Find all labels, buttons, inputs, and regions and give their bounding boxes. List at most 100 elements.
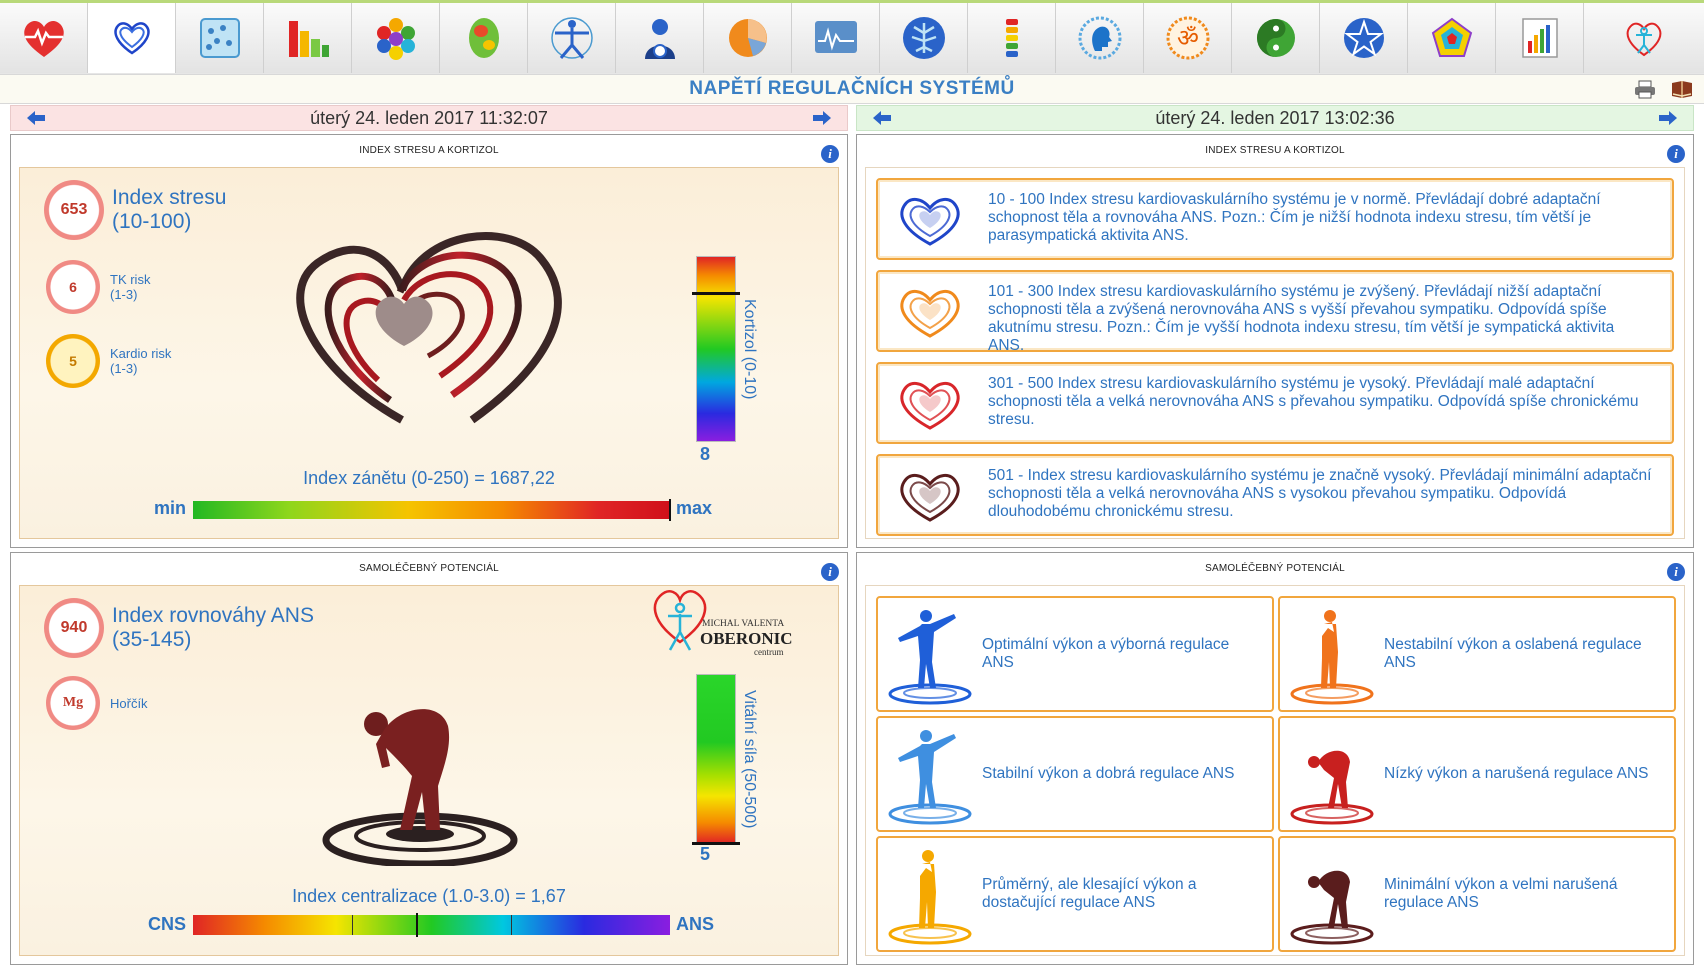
spine-icon (1005, 19, 1018, 57)
info-icon[interactable]: i (821, 145, 839, 163)
scale-min-label: min (154, 498, 187, 518)
ecg-monitor-icon (814, 21, 857, 53)
bar-chart-icon (288, 21, 329, 57)
page-title-bar: NAPĚTÍ REGULAČNÍCH SYSTÉMŮ (0, 74, 1704, 104)
stress-index-badge: 653 (44, 180, 104, 240)
kardio-risk-badge: 5 (46, 334, 100, 388)
potential-legend-card: Optimální výkon a výborná regulace ANS (876, 596, 1274, 712)
person-figure-icon (888, 610, 972, 705)
next-arrow-icon[interactable] (813, 111, 831, 125)
stress-legend-card: 501 - Index stresu kardiovaskulárního sy… (876, 454, 1674, 536)
vital-force-value: 5 (700, 844, 711, 864)
oberonic-logo: MICHAL VALENTA OBERONIC centrum (653, 590, 793, 657)
page-title: NAPĚTÍ REGULAČNÍCH SYSTÉMŮ (689, 78, 1015, 99)
centralization-tick-right (511, 915, 512, 935)
centralization-scale (193, 915, 670, 935)
tool-cells[interactable] (176, 3, 264, 73)
module-toolbar: ॐ (0, 0, 1704, 74)
yin-yang-icon (1256, 19, 1295, 57)
lungs-tree-icon (902, 17, 945, 59)
head-profile-icon (1078, 16, 1121, 60)
tool-person[interactable] (616, 3, 704, 73)
heart-waves-icon (900, 198, 960, 246)
tool-heart-waves[interactable] (88, 3, 176, 73)
next-arrow-icon[interactable] (1659, 111, 1677, 125)
logo-small-icon (1626, 22, 1662, 57)
report-chart-icon (1521, 18, 1558, 58)
panel-header: SAMOLÉČEBNÝ POTENCIÁL (1205, 563, 1345, 574)
ans-index-label: Index rovnováhy ANS (35-145) (112, 604, 314, 651)
stress-legend-card: 101 - 300 Index stresu kardiovaskulárníh… (876, 270, 1674, 354)
inflammation-marker (669, 499, 671, 521)
info-icon[interactable]: i (1667, 145, 1685, 163)
potential-legend-card: Minimální výkon a velmi narušená regulac… (1278, 836, 1676, 952)
inflammation-index-label: Index zánětu (0-250) = 1687,22 (303, 468, 555, 488)
tool-vitruvian[interactable] (528, 3, 616, 73)
svg-text:ॐ: ॐ (1177, 24, 1199, 52)
potential-legend-text: Průměrný, ale klesající výkon a dostačuj… (982, 876, 1197, 911)
tk-risk-label: TK risk (1-3) (110, 272, 151, 302)
stress-legend-text: 10 - 100 Index stresu kardiovaskulárního… (988, 191, 1601, 244)
heart-waves-icon (900, 474, 960, 522)
date-bar-left: úterý 24. leden 2017 11:32:07 (10, 105, 848, 131)
panel-header: INDEX STRESU A KORTIZOL (1205, 145, 1345, 156)
stress-legend-text: 301 - 500 Index stresu kardiovaskulárníh… (988, 375, 1639, 428)
person-figure-icon (888, 730, 972, 825)
tool-bar-chart[interactable] (264, 3, 352, 73)
tool-head-profile[interactable] (1056, 3, 1144, 73)
tool-pentagram[interactable] (1320, 3, 1408, 73)
info-icon[interactable]: i (821, 563, 839, 581)
tool-ecg-monitor[interactable] (792, 3, 880, 73)
magnesium-badge: Mg (46, 676, 100, 730)
bent-person-image (322, 709, 518, 866)
kortizol-scale (696, 256, 736, 442)
vitruvian-man-icon (550, 17, 593, 59)
potential-legend-card: Nízký výkon a narušená regulace ANS (1278, 716, 1676, 832)
stress-index-value: 653 (60, 201, 88, 218)
hexagon-cluster-icon (376, 18, 415, 60)
tool-spine[interactable] (968, 3, 1056, 73)
person-figure-icon (888, 850, 972, 945)
vital-force-scale (696, 674, 736, 844)
stress-legend-text: 501 - Index stresu kardiovaskulárního sy… (988, 467, 1652, 520)
magnesium-value: Mg (62, 695, 84, 710)
centralization-index-label: Index centralizace (1.0-3.0) = 1,67 (292, 886, 566, 906)
potential-legend-panel: SAMOLÉČEBNÝ POTENCIÁL i Optimální výkon … (856, 552, 1694, 965)
centralization-tick-left (352, 915, 353, 935)
svg-text:OBERONIC: OBERONIC (700, 629, 793, 648)
tool-pie-chart[interactable] (704, 3, 792, 73)
tool-brain-scan[interactable] (440, 3, 528, 73)
heart-waves-icon (113, 22, 150, 55)
panel-header: INDEX STRESU A KORTIZOL (359, 145, 499, 156)
heart-waves-icon (900, 382, 960, 430)
person-figure-icon (1290, 750, 1374, 825)
tool-om[interactable]: ॐ (1144, 3, 1232, 73)
tool-radar-chart[interactable] (1408, 3, 1496, 73)
scale-cns-label: CNS (148, 914, 187, 934)
tool-hexagons[interactable] (352, 3, 440, 73)
potential-legend-content: Optimální výkon a výborná regulace ANS Ne… (865, 585, 1685, 956)
tool-logo[interactable] (1584, 3, 1704, 73)
prev-arrow-icon[interactable] (27, 111, 45, 125)
tool-yin-yang[interactable] (1232, 3, 1320, 73)
stress-legend-card: 10 - 100 Index stresu kardiovaskulárního… (876, 178, 1674, 260)
heart-waves-icon (900, 290, 960, 338)
svg-text:centrum: centrum (754, 647, 784, 657)
prev-arrow-icon[interactable] (873, 111, 891, 125)
printer-icon[interactable] (1634, 79, 1656, 99)
stress-panel: INDEX STRESU A KORTIZOL i 653 Index stre… (10, 134, 848, 548)
date-bar-right: úterý 24. leden 2017 13:02:36 (856, 105, 1694, 131)
app-window: ॐ NAPĚTÍ REGULAČNÍCH SYSTÉMŮ úterý 24. l… (0, 0, 1704, 967)
person-figure-icon (1290, 610, 1374, 705)
scale-ans-label: ANS (676, 914, 715, 934)
tool-heart-pulse[interactable] (0, 3, 88, 73)
info-icon[interactable]: i (1667, 563, 1685, 581)
potential-legend-card: Stabilní výkon a dobrá regulace ANS (876, 716, 1274, 832)
tool-lungs-tree[interactable] (880, 3, 968, 73)
book-icon[interactable] (1670, 79, 1694, 99)
stress-legend-card: 301 - 500 Index stresu kardiovaskulárníh… (876, 362, 1674, 444)
tool-report-chart[interactable] (1496, 3, 1584, 73)
inflammation-scale (193, 501, 670, 519)
cells-icon (199, 18, 240, 58)
potential-panel: SAMOLÉČEBNÝ POTENCIÁL i 940 Index rovnov… (10, 552, 848, 965)
